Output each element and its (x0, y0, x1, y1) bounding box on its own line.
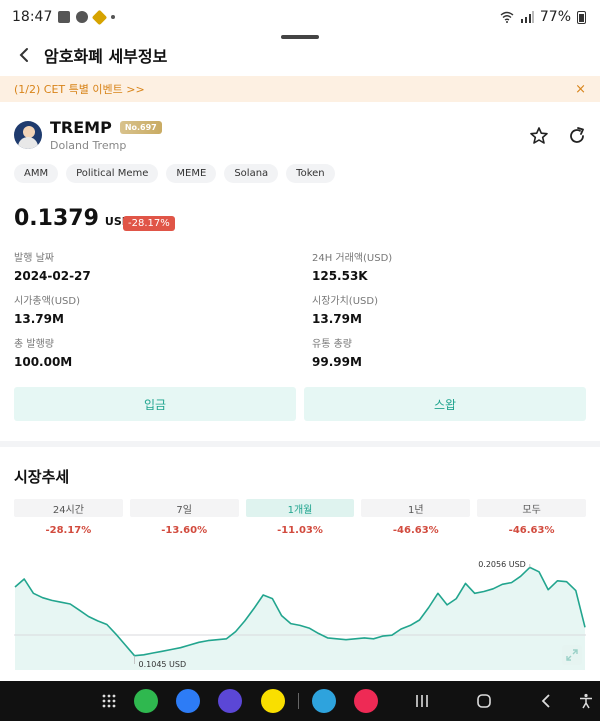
rank-badge: No.697 (119, 121, 162, 134)
tag-political-meme[interactable]: Political Meme (66, 164, 159, 183)
stat-24h-volume: 24H 거래액(USD) 125.53K (312, 249, 392, 283)
section-divider (0, 441, 600, 447)
period-tab-label[interactable]: 24시간 (14, 499, 123, 517)
battery-icon (577, 10, 586, 24)
deposit-button[interactable]: 입금 (14, 387, 296, 421)
period-change: -13.60% (161, 525, 208, 536)
event-banner-text[interactable]: (1/2) CET 특별 이벤트 >> (14, 81, 145, 97)
tag-meme[interactable]: MEME (166, 164, 217, 183)
coin-full-name: Doland Tremp (50, 139, 127, 152)
price-chart-svg: 0.2056 USD 0.1045 USD (14, 560, 586, 670)
expand-chart-button[interactable] (562, 645, 582, 665)
coin-tags: AMM Political Meme MEME Solana Token (14, 164, 335, 183)
home-button[interactable] (472, 689, 496, 713)
period-tab-label[interactable]: 모두 (477, 499, 586, 517)
close-icon[interactable]: × (575, 82, 586, 97)
telegram-app-icon[interactable] (312, 689, 336, 713)
stat-value: 13.79M (312, 312, 362, 326)
tag-solana[interactable]: Solana (224, 164, 279, 183)
stat-label: 유통 총량 (312, 339, 352, 350)
stat-label: 24H 거래액(USD) (312, 253, 393, 264)
stat-value: 99.99M (312, 355, 362, 369)
stat-market-cap: 시가총액(USD) 13.79M (14, 292, 80, 326)
accessibility-icon (580, 693, 592, 709)
coin-header: TREMP No.697 Doland Tremp (14, 118, 162, 152)
status-time: 18:47 (12, 9, 53, 25)
dock-separator (298, 693, 299, 709)
stat-value: 2024-02-27 (14, 269, 91, 283)
messages-app-icon[interactable] (176, 689, 200, 713)
stat-label: 시장가치(USD) (312, 296, 378, 307)
stat-issue-date: 발행 날짜 2024-02-27 (14, 249, 91, 283)
period-tab-label[interactable]: 1년 (361, 499, 471, 517)
stat-label: 총 발행량 (14, 339, 54, 350)
recents-icon (416, 695, 428, 707)
market-trend-title: 시장추세 (14, 468, 70, 486)
accessibility-button[interactable] (574, 689, 598, 713)
stat-circulating-supply: 유통 총량 99.99M (312, 335, 362, 369)
period-change: -28.17% (45, 525, 92, 536)
tag-amm[interactable]: AMM (14, 164, 59, 183)
period-all[interactable]: 모두 -46.63% (477, 499, 586, 536)
period-change: -46.63% (392, 525, 439, 536)
status-bar: 18:47 77% (0, 0, 600, 34)
stat-total-supply: 총 발행량 100.00M (14, 335, 72, 369)
period-1y[interactable]: 1년 -46.63% (361, 499, 471, 536)
star-icon (530, 127, 548, 144)
max-price-label: 0.2056 USD (478, 560, 526, 569)
binance-notification-icon (92, 9, 108, 25)
price-area (15, 567, 585, 670)
price-row: 0.1379 USD (14, 206, 131, 231)
stat-value: 100.00M (14, 355, 73, 369)
chevron-left-icon (541, 694, 550, 708)
period-tabs: 24시간 -28.17% 7일 -13.60% 1개월 -11.03% 1년 -… (14, 499, 586, 536)
favorite-button[interactable] (529, 126, 549, 146)
stat-label: 발행 날짜 (14, 253, 54, 264)
period-24h[interactable]: 24시간 -28.17% (14, 499, 123, 536)
tag-token[interactable]: Token (286, 164, 335, 183)
home-icon (477, 694, 491, 708)
chevron-left-icon (19, 48, 28, 62)
price-change-badge: -28.17% (123, 216, 175, 231)
coin-symbol: TREMP (50, 118, 112, 137)
period-tab-label[interactable]: 1개월 (245, 499, 355, 517)
swap-button[interactable]: 스왑 (304, 387, 586, 421)
message-notification-icon (76, 11, 89, 23)
signal-icon (520, 11, 534, 23)
period-tab-label[interactable]: 7일 (129, 499, 239, 517)
nav-header: 암호화폐 세부정보 (0, 38, 600, 72)
event-banner[interactable]: (1/2) CET 특별 이벤트 >> × (0, 76, 600, 102)
stat-market-value: 시장가치(USD) 13.79M (312, 292, 378, 326)
back-button[interactable] (14, 45, 34, 65)
stat-value: 13.79M (14, 312, 64, 326)
wifi-icon (500, 11, 514, 23)
app-drawer-button[interactable] (97, 689, 121, 713)
share-button[interactable] (567, 126, 587, 146)
period-change: -46.63% (508, 525, 555, 536)
period-7d[interactable]: 7일 -13.60% (129, 499, 239, 536)
battery-percent: 77% (539, 9, 571, 25)
page-title: 암호화폐 세부정보 (44, 47, 168, 66)
expand-icon (566, 649, 578, 661)
current-price: 0.1379 (14, 206, 99, 231)
taskbar (0, 681, 600, 721)
period-1m[interactable]: 1개월 -11.03% (245, 499, 355, 536)
price-chart[interactable]: 0.2056 USD 0.1045 USD (14, 548, 586, 678)
back-nav-button[interactable] (534, 689, 558, 713)
internet-app-icon[interactable] (218, 689, 242, 713)
min-price-label: 0.1045 USD (139, 660, 187, 669)
stat-value: 125.53K (312, 269, 368, 283)
period-change: -11.03% (277, 525, 323, 536)
phone-app-icon[interactable] (134, 689, 158, 713)
gallery-notification-icon (58, 11, 71, 23)
more-notifications-icon (111, 15, 116, 19)
share-icon (570, 127, 584, 143)
recent-apps-button[interactable] (410, 689, 434, 713)
coin-logo (14, 121, 42, 149)
kakaotalk-app-icon[interactable] (261, 689, 285, 713)
yogiyo-app-icon[interactable] (354, 689, 378, 713)
grid-icon (102, 694, 116, 708)
stat-label: 시가총액(USD) (14, 296, 80, 307)
